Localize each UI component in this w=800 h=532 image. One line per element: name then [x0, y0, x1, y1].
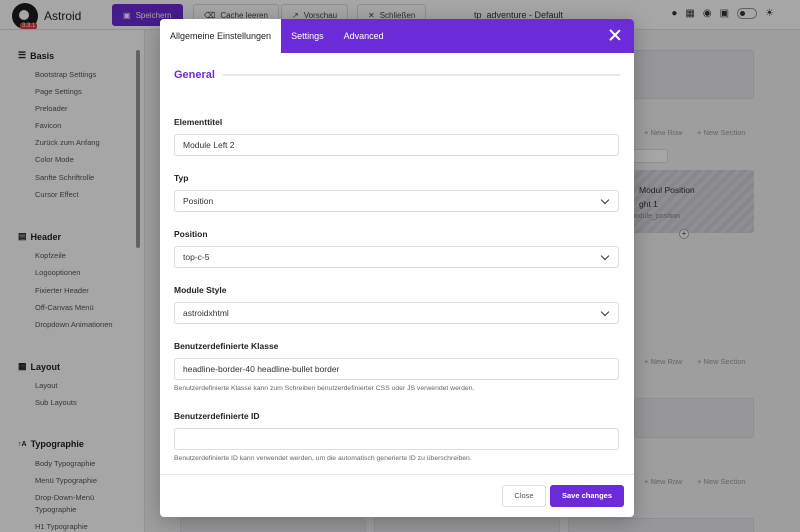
- modal-footer: Close Save changes: [160, 474, 634, 517]
- modal-close-icon[interactable]: [608, 28, 622, 42]
- custom-class-label: Benutzerdefinierte Klasse: [174, 341, 279, 351]
- element-settings-modal: Allgemeine Einstellungen Settings Advanc…: [160, 19, 634, 517]
- chevron-down-icon: [600, 307, 610, 317]
- custom-class-help: Benutzerdefinierte Klasse kann zum Schre…: [174, 385, 475, 392]
- custom-id-input[interactable]: [174, 428, 619, 450]
- element-title-input[interactable]: Module Left 2: [174, 134, 619, 156]
- section-title: General: [174, 69, 620, 81]
- type-label: Typ: [174, 173, 189, 183]
- custom-id-label: Benutzerdefinierte ID: [174, 411, 260, 421]
- element-title-label: Elementtitel: [174, 117, 223, 127]
- tab-settings[interactable]: Settings: [281, 19, 334, 53]
- chevron-down-icon: [600, 251, 610, 261]
- position-label: Position: [174, 229, 208, 239]
- custom-class-input[interactable]: headline-border-40 headline-bullet borde…: [174, 358, 619, 380]
- modal-tabs: Allgemeine Einstellungen Settings Advanc…: [160, 19, 634, 53]
- custom-id-help: Benutzerdefinierte ID kann verwendet wer…: [174, 455, 472, 462]
- type-select[interactable]: Position: [174, 190, 619, 212]
- module-style-label: Module Style: [174, 285, 227, 295]
- tab-general-settings[interactable]: Allgemeine Einstellungen: [160, 19, 282, 53]
- tab-advanced[interactable]: Advanced: [334, 19, 394, 53]
- modal-close-button[interactable]: Close: [502, 485, 546, 507]
- position-select[interactable]: top-c-5: [174, 246, 619, 268]
- chevron-down-icon: [600, 195, 610, 205]
- module-style-select[interactable]: astroidxhtml: [174, 302, 619, 324]
- section-divider: [222, 74, 620, 76]
- save-changes-button[interactable]: Save changes: [550, 485, 624, 507]
